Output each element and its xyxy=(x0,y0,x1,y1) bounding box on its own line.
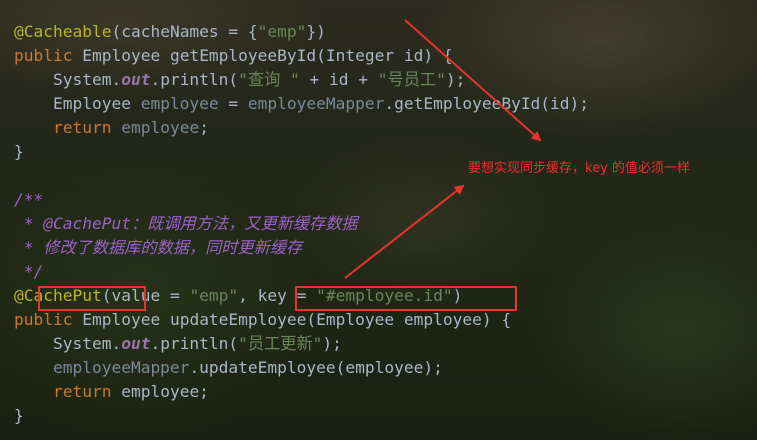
code-token: = xyxy=(218,94,248,113)
code-token: "员工更新" xyxy=(238,334,323,353)
code-editor[interactable]: @Cacheable(cacheNames = {"emp"}) public E… xyxy=(14,20,589,428)
code-token: Employee xyxy=(82,46,170,65)
code-token: } xyxy=(14,142,24,161)
annotation-note: 要想实现同步缓存，key 的值必须一样 xyxy=(468,161,690,176)
code-line[interactable]: return employee; xyxy=(14,116,589,140)
code-token: "emp" xyxy=(257,22,307,41)
code-token: ; xyxy=(199,118,209,137)
code-token: ); xyxy=(445,70,466,89)
code-line[interactable]: @Cacheable(cacheNames = {"emp"}) xyxy=(14,20,589,44)
code-token: public xyxy=(14,310,83,329)
code-token: (Integer id) { xyxy=(316,46,453,65)
code-token: .updateEmployee(employee); xyxy=(189,358,443,377)
code-line[interactable]: System.out.println("查询 " + id + "号员工"); xyxy=(14,68,589,92)
code-line[interactable]: * @CachePut：既调用方法，又更新缓存数据 xyxy=(14,212,589,236)
code-token: System. xyxy=(14,334,122,353)
code-token: @Cacheable xyxy=(14,22,112,41)
code-token: Employee xyxy=(82,310,170,329)
code-line[interactable]: } xyxy=(14,404,589,428)
code-token: public xyxy=(14,46,83,65)
code-token: * 修改了数据库的数据，同时更新缓存 xyxy=(14,238,303,257)
code-token: employee; xyxy=(121,382,209,401)
code-token: }) xyxy=(306,22,326,41)
code-token: } xyxy=(14,406,24,425)
code-line[interactable]: System.out.println("员工更新"); xyxy=(14,332,589,356)
cacheput-highlight-box xyxy=(38,286,146,311)
code-token: * @CachePut：既调用方法，又更新缓存数据 xyxy=(14,214,358,233)
code-line[interactable]: /** xyxy=(14,188,589,212)
code-token: .println( xyxy=(150,70,239,89)
code-token: employee xyxy=(121,118,200,137)
code-token: out xyxy=(121,334,151,353)
code-token: "号员工" xyxy=(377,70,446,89)
code-line[interactable]: * 修改了数据库的数据，同时更新缓存 xyxy=(14,236,589,260)
code-line[interactable]: public Employee getEmployeeById(Integer … xyxy=(14,44,589,68)
code-token: employeeMapper xyxy=(247,94,385,113)
code-token: return xyxy=(52,118,122,137)
code-token: (cacheNames = { xyxy=(111,22,258,41)
code-token: System. xyxy=(14,70,122,89)
code-token: */ xyxy=(14,262,44,281)
code-token: "查询 " xyxy=(238,70,300,89)
code-line[interactable]: */ xyxy=(14,260,589,284)
code-line[interactable]: Employee employee = employeeMapper.getEm… xyxy=(14,92,589,116)
code-token: + id + xyxy=(299,70,378,89)
code-token: /** xyxy=(14,190,44,209)
code-token: out xyxy=(121,70,151,89)
key-highlight-box xyxy=(295,286,517,311)
code-token: .println( xyxy=(150,334,239,353)
code-token: getEmployeeById xyxy=(169,46,317,65)
code-token: ); xyxy=(322,334,342,353)
code-token: return xyxy=(52,382,122,401)
code-token: employee xyxy=(140,94,219,113)
code-token: updateEmployee xyxy=(169,310,307,329)
code-token: Employee xyxy=(14,94,141,113)
code-token: (Employee employee) { xyxy=(306,310,512,329)
code-token: .getEmployeeById(id); xyxy=(384,94,590,113)
code-token: employeeMapper xyxy=(52,358,190,377)
code-line[interactable]: return employee; xyxy=(14,380,589,404)
code-line[interactable]: employeeMapper.updateEmployee(employee); xyxy=(14,356,589,380)
code-line[interactable]: public Employee updateEmployee(Employee … xyxy=(14,308,589,332)
code-token: "emp" xyxy=(189,286,239,305)
